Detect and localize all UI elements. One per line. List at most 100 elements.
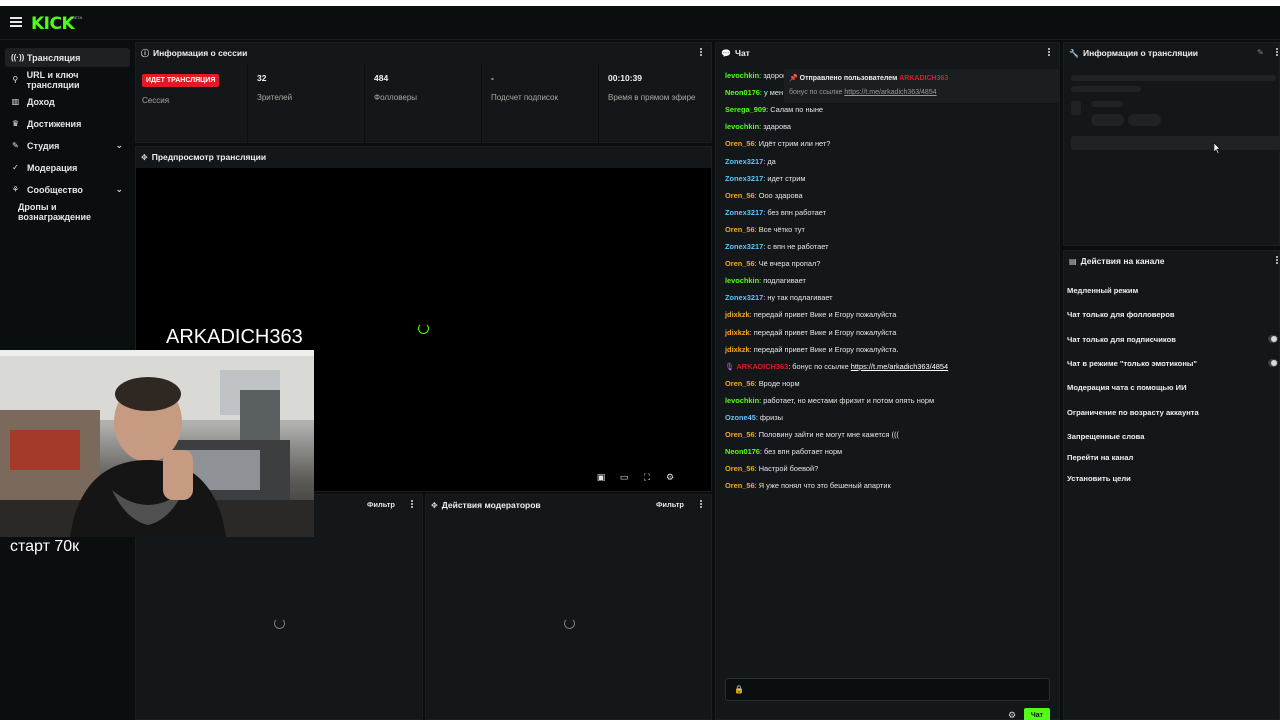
- chat-username[interactable]: Zonex3217: [725, 208, 763, 217]
- uptime-label: Время в прямом эфире: [608, 93, 696, 102]
- chat-username[interactable]: Serega_909: [725, 105, 766, 114]
- chat-username[interactable]: Oren_56: [725, 430, 755, 439]
- chat-username[interactable]: ARKADICH363: [736, 362, 788, 371]
- session-info-panel: ⓘ Информация о сессии ИДЕТ ТРАНСЛЯЦИЯ Се…: [135, 42, 712, 143]
- chat-more-icon[interactable]: [1048, 48, 1051, 58]
- chat-username[interactable]: Oren_56: [725, 379, 755, 388]
- wrench-icon: 🔧: [1069, 48, 1079, 58]
- chat-send-button[interactable]: Чат: [1024, 708, 1050, 720]
- chat-username[interactable]: Neon0176: [725, 88, 760, 97]
- chat-username[interactable]: jdixkzk: [725, 310, 750, 319]
- action-subscribers-only[interactable]: Чат только для подписчиков: [1067, 335, 1176, 344]
- chat-username[interactable]: Oren_56: [725, 259, 755, 268]
- edit-icon[interactable]: ✎: [1257, 48, 1264, 57]
- chat-username[interactable]: Oren_56: [725, 464, 755, 473]
- stream-info-more-icon[interactable]: [1276, 48, 1279, 58]
- pinned-message[interactable]: 📌 Отправлено пользователем ARKADICH363 б…: [784, 69, 1059, 103]
- more-icon[interactable]: [411, 500, 414, 510]
- chat-username[interactable]: levochkin: [725, 396, 759, 405]
- chat-username[interactable]: Zonex3217: [725, 174, 763, 183]
- session-more-icon[interactable]: [700, 48, 703, 58]
- action-ai-moderation[interactable]: Модерация чата с помощью ИИ: [1067, 383, 1187, 392]
- chat-username[interactable]: Zonex3217: [725, 242, 763, 251]
- filter-button[interactable]: Фильтр: [367, 500, 395, 509]
- sidebar-item-drops[interactable]: Дропы и вознаграждение: [5, 201, 130, 222]
- emotes-only-toggle[interactable]: [1268, 359, 1278, 367]
- chat-link[interactable]: https://t.me/arkadich363/4854: [851, 362, 948, 371]
- chat-settings-icon[interactable]: ⚙: [1008, 710, 1016, 720]
- chat-text: с впн не работает: [767, 242, 829, 251]
- sidebar-item-achievements[interactable]: ♛ Достижения: [5, 114, 130, 133]
- action-go-to-channel[interactable]: Перейти на канал: [1067, 453, 1133, 462]
- beta-label: BETA: [72, 15, 83, 20]
- sidebar-item-income[interactable]: ▥ Доход: [5, 92, 130, 111]
- chat-message: jdixkzk: передай привет Вике и Егору пож…: [725, 310, 896, 319]
- sidebar-item-label: Сообщество: [27, 184, 83, 195]
- action-banned-words[interactable]: Запрещенные слова: [1067, 432, 1144, 441]
- followers-stat: 484 Фолловеры: [365, 63, 482, 143]
- chat-input[interactable]: 🔒: [725, 678, 1050, 701]
- chat-username[interactable]: Oren_56: [725, 139, 755, 148]
- sidebar-item-label: Дропы и вознаграждение: [18, 201, 92, 222]
- sidebar-item-studio[interactable]: ✎ Студия ⌄: [5, 136, 130, 155]
- chat-username[interactable]: Ozone45: [725, 413, 756, 422]
- theater-icon[interactable]: ▭: [619, 472, 629, 482]
- filter-button[interactable]: Фильтр: [656, 500, 684, 509]
- action-slow-mode[interactable]: Медленный режим: [1067, 286, 1138, 295]
- loading-spinner: [418, 323, 429, 334]
- chat-text: Я уже понял что это бешеный апартик: [758, 481, 891, 491]
- chat-message: Oren_56: Я уже понял что это бешеный апа…: [725, 481, 891, 490]
- chat-username[interactable]: Oren_56: [725, 225, 755, 234]
- chat-message: levochkin: работает, но местами фризит и…: [725, 396, 934, 405]
- pinned-link[interactable]: https://t.me/arkadich363/4854: [844, 89, 936, 96]
- skeleton-tag: [1091, 114, 1124, 126]
- chat-username[interactable]: levochkin: [725, 122, 759, 131]
- pip-icon[interactable]: ▣: [596, 472, 606, 482]
- sidebar-item-label: Достижения: [27, 118, 82, 129]
- settings-icon[interactable]: ⚙: [665, 472, 675, 482]
- webcam-image: [0, 350, 314, 537]
- action-followers-only[interactable]: Чат только для фолловеров: [1067, 310, 1175, 319]
- kick-logo[interactable]: KICK: [31, 14, 75, 34]
- stream-info-panel: 🔧 Информация о трансляции ✎: [1063, 42, 1280, 246]
- chat-message: Oren_56: Половину зайти не могут мне каж…: [725, 430, 899, 439]
- chat-text: без впн работает: [767, 207, 826, 217]
- menu-icon[interactable]: [10, 17, 22, 27]
- subscribers-only-toggle[interactable]: [1268, 335, 1278, 343]
- sidebar-item-moderation[interactable]: ✓ Модерация: [5, 158, 130, 177]
- chat-message: Zonex3217: с впн не работает: [725, 242, 828, 251]
- sidebar-item-stream[interactable]: ((·)) Трансляция: [5, 48, 130, 67]
- action-set-goals[interactable]: Установить цели: [1067, 474, 1131, 483]
- chat-text: у мен: [764, 88, 784, 98]
- pinned-body: бонус по ссылке https://t.me/arkadich363…: [789, 89, 937, 96]
- chat-message: Ozone45: фризы: [725, 413, 783, 422]
- sidebar-item-label: Студия: [27, 140, 60, 151]
- chat-username[interactable]: Oren_56: [725, 191, 755, 200]
- viewers-label: Зрителей: [257, 93, 293, 102]
- mod-actions-panel: ✥ Действия модераторов Фильтр: [425, 494, 712, 720]
- sidebar-item-community[interactable]: ⚘ Сообщество ⌄: [5, 180, 130, 199]
- chat-username[interactable]: Neon0176: [725, 447, 760, 456]
- chat-username[interactable]: Zonex3217: [725, 293, 763, 302]
- channel-actions-header: ▤ Действия на канале: [1064, 251, 1279, 271]
- chat-username[interactable]: levochkin: [725, 71, 759, 80]
- action-age-restriction[interactable]: Ограничение по возрасту аккаунта: [1067, 408, 1199, 417]
- chat-text: Все чётко тут: [758, 224, 805, 234]
- move-icon: ✥: [431, 500, 438, 510]
- action-emotes-only[interactable]: Чат в режиме "только эмотиконы": [1067, 359, 1197, 368]
- subs-stat: - Подсчет подписок: [482, 63, 599, 143]
- chat-header: 💬 Чат: [716, 43, 1059, 63]
- chat-username[interactable]: Oren_56: [725, 481, 755, 490]
- chat-username[interactable]: jdixkzk: [725, 328, 750, 337]
- fullscreen-icon[interactable]: ⛶: [642, 472, 652, 482]
- chat-username[interactable]: jdixkzk: [725, 345, 750, 354]
- chat-text: здарова: [763, 122, 792, 132]
- pinned-user: ARKADICH363: [899, 75, 949, 82]
- channel-actions-more-icon[interactable]: [1276, 256, 1279, 266]
- chat-username[interactable]: levochkin: [725, 276, 759, 285]
- chat-username[interactable]: Zonex3217: [725, 157, 763, 166]
- more-icon[interactable]: [700, 500, 703, 510]
- chat-message: 🎙 ARKADICH363: бонус по ссылке https://t…: [725, 362, 948, 371]
- uptime-value: 00:10:39: [608, 73, 643, 83]
- sidebar-item-url-key[interactable]: ⚲ URL и ключ трансляции: [5, 70, 130, 90]
